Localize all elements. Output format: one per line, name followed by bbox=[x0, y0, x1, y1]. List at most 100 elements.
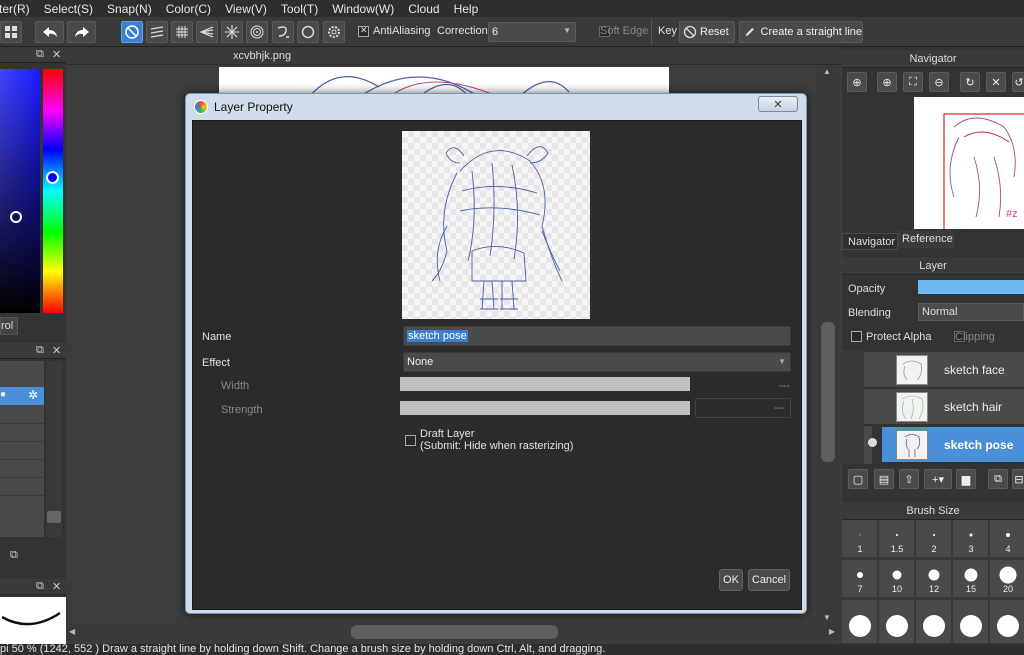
snap-grid-icon[interactable] bbox=[171, 21, 193, 43]
layer-row-sketch-pose[interactable]: sketch pose bbox=[882, 427, 1024, 463]
brush-dot bbox=[885, 614, 908, 637]
snap-perspective-icon[interactable] bbox=[196, 21, 218, 43]
export-layer-icon[interactable]: ⇧ bbox=[899, 469, 919, 489]
brush-size-cell[interactable]: 7 bbox=[842, 560, 878, 598]
antialiasing-checkbox[interactable] bbox=[358, 25, 369, 37]
scroll-up-arrow-icon[interactable]: ▲ bbox=[823, 67, 831, 76]
canvas-horizontal-scrollbar[interactable]: ◀ ▶ bbox=[66, 623, 838, 641]
draft-layer-checkbox[interactable] bbox=[405, 435, 416, 446]
popout-icon[interactable]: ⧉ bbox=[36, 344, 44, 357]
strength-value-field[interactable]: --- bbox=[695, 398, 791, 418]
menu-select[interactable]: Select(S) bbox=[37, 2, 100, 16]
close-icon[interactable]: ✕ bbox=[52, 48, 61, 61]
add-layer-dropdown-icon[interactable]: +▾ bbox=[924, 469, 952, 489]
menu-snap[interactable]: Snap(N) bbox=[100, 2, 159, 16]
menu-color[interactable]: Color(C) bbox=[159, 2, 218, 16]
navigator-preview[interactable]: #z bbox=[914, 97, 1024, 229]
blending-select[interactable]: Normal bbox=[918, 303, 1024, 321]
correction-select[interactable]: 6 ▼ bbox=[488, 22, 576, 42]
popout-icon[interactable]: ⧉ bbox=[36, 48, 44, 61]
new-layer-icon[interactable]: ▢ bbox=[848, 469, 868, 489]
menu-help[interactable]: Help bbox=[447, 2, 486, 16]
reset-view-icon[interactable]: ✕ bbox=[986, 72, 1006, 92]
canvas-vertical-scrollbar[interactable]: ▲ ▼ bbox=[818, 67, 838, 622]
close-icon[interactable]: ✕ bbox=[52, 344, 61, 357]
snap-settings-gear-icon[interactable] bbox=[323, 21, 345, 43]
scroll-thumb[interactable] bbox=[351, 625, 558, 639]
snap-concentric-icon[interactable] bbox=[246, 21, 268, 43]
layer-visibility-toggle[interactable] bbox=[864, 427, 882, 463]
brush-size-cell[interactable] bbox=[990, 600, 1024, 644]
zoom-in-icon[interactable]: ⊕ bbox=[847, 72, 867, 92]
ok-button[interactable]: OK bbox=[719, 569, 743, 591]
color-picker-handle[interactable] bbox=[10, 211, 22, 223]
brush-size-cell[interactable]: 15 bbox=[953, 560, 989, 598]
color-saturation-box[interactable] bbox=[0, 69, 40, 313]
zoom-in-alt-icon[interactable]: ⊕ bbox=[877, 72, 897, 92]
brush-size-cell[interactable] bbox=[916, 600, 952, 644]
menu-window[interactable]: Window(W) bbox=[325, 2, 401, 16]
brush-size-cell[interactable]: 4 bbox=[990, 520, 1024, 558]
scroll-right-arrow-icon[interactable]: ▶ bbox=[829, 627, 835, 636]
brush-size-cell[interactable]: 3 bbox=[953, 520, 989, 558]
tab-reference[interactable]: Reference bbox=[898, 231, 954, 248]
opacity-slider[interactable] bbox=[918, 280, 1024, 294]
rotate-icon[interactable]: ↻ bbox=[960, 72, 980, 92]
menu-view[interactable]: View(V) bbox=[218, 2, 274, 16]
brush-size-cell[interactable]: 12 bbox=[916, 560, 952, 598]
snap-off-icon[interactable] bbox=[121, 21, 143, 43]
duplicate-icon[interactable]: ⧉ bbox=[10, 549, 18, 562]
brush-size-cell[interactable]: 20 bbox=[990, 560, 1024, 598]
cancel-button[interactable]: Cancel bbox=[748, 569, 790, 591]
popout-icon[interactable]: ⧉ bbox=[36, 580, 44, 593]
brush-size-cell[interactable]: 2 bbox=[916, 520, 952, 558]
snap-ellipse-icon[interactable] bbox=[297, 21, 319, 43]
scroll-thumb[interactable] bbox=[47, 511, 61, 523]
brush-size-cell[interactable]: 10 bbox=[879, 560, 915, 598]
brush-size-cell[interactable] bbox=[842, 600, 878, 644]
flip-icon[interactable]: ↺ bbox=[1012, 72, 1024, 92]
scroll-down-arrow-icon[interactable]: ▼ bbox=[823, 613, 831, 622]
control-tab[interactable]: rol bbox=[0, 317, 18, 335]
layer-row-sketch-hair[interactable]: sketch hair bbox=[864, 389, 1024, 425]
brush-size-cell[interactable]: 1.5 bbox=[879, 520, 915, 558]
protect-alpha-checkbox[interactable] bbox=[851, 331, 862, 342]
document-tab-title[interactable]: xcvbhjk.png bbox=[233, 50, 291, 62]
fit-screen-icon[interactable]: ⛶ bbox=[903, 72, 923, 92]
menu-filter[interactable]: ter(R) bbox=[0, 2, 37, 16]
hue-slider[interactable] bbox=[43, 69, 63, 313]
redo-button[interactable] bbox=[67, 21, 96, 43]
snap-curve-icon[interactable] bbox=[272, 21, 294, 43]
layer-row-sketch-face[interactable]: sketch face bbox=[864, 352, 1024, 388]
strength-slider[interactable] bbox=[400, 401, 690, 415]
brush-list-scrollbar[interactable] bbox=[46, 361, 62, 537]
snap-parallel-icon[interactable] bbox=[146, 21, 168, 43]
brush-size-cell[interactable] bbox=[953, 600, 989, 644]
duplicate-layer-icon[interactable]: ⧉ bbox=[988, 469, 1008, 489]
new-layer-from-file-icon[interactable]: ▤ bbox=[874, 469, 894, 489]
tab-navigator[interactable]: Navigator bbox=[842, 233, 898, 250]
create-straight-line-button[interactable]: Create a straight line bbox=[739, 21, 863, 43]
close-icon[interactable]: ✕ bbox=[52, 580, 61, 593]
menu-cloud[interactable]: Cloud bbox=[401, 2, 446, 16]
folder-icon[interactable]: ▆ bbox=[956, 469, 976, 489]
grid-view-icon[interactable] bbox=[0, 21, 22, 43]
hue-handle[interactable] bbox=[46, 171, 59, 184]
effect-select[interactable]: None ▼ bbox=[403, 352, 791, 372]
reset-button[interactable]: Reset bbox=[679, 21, 735, 43]
dialog-close-button[interactable]: ✕ bbox=[758, 96, 798, 112]
scroll-thumb[interactable] bbox=[821, 322, 835, 462]
brush-size-cell[interactable]: 1 bbox=[842, 520, 878, 558]
scroll-left-arrow-icon[interactable]: ◀ bbox=[69, 627, 75, 636]
brush-size-cell[interactable] bbox=[879, 600, 915, 644]
width-slider[interactable] bbox=[400, 377, 690, 391]
brush-list-item-selected[interactable]: ● ✲ bbox=[0, 387, 44, 405]
gear-icon[interactable]: ✲ bbox=[28, 388, 38, 402]
merge-layer-icon[interactable]: ⊟ bbox=[1012, 469, 1024, 489]
brush-size-label: 20 bbox=[1002, 584, 1013, 594]
undo-button[interactable] bbox=[35, 21, 64, 43]
name-input[interactable]: sketch pose bbox=[403, 326, 791, 346]
zoom-out-icon[interactable]: ⊖ bbox=[929, 72, 949, 92]
menu-tool[interactable]: Tool(T) bbox=[274, 2, 325, 16]
snap-radial-icon[interactable] bbox=[221, 21, 243, 43]
